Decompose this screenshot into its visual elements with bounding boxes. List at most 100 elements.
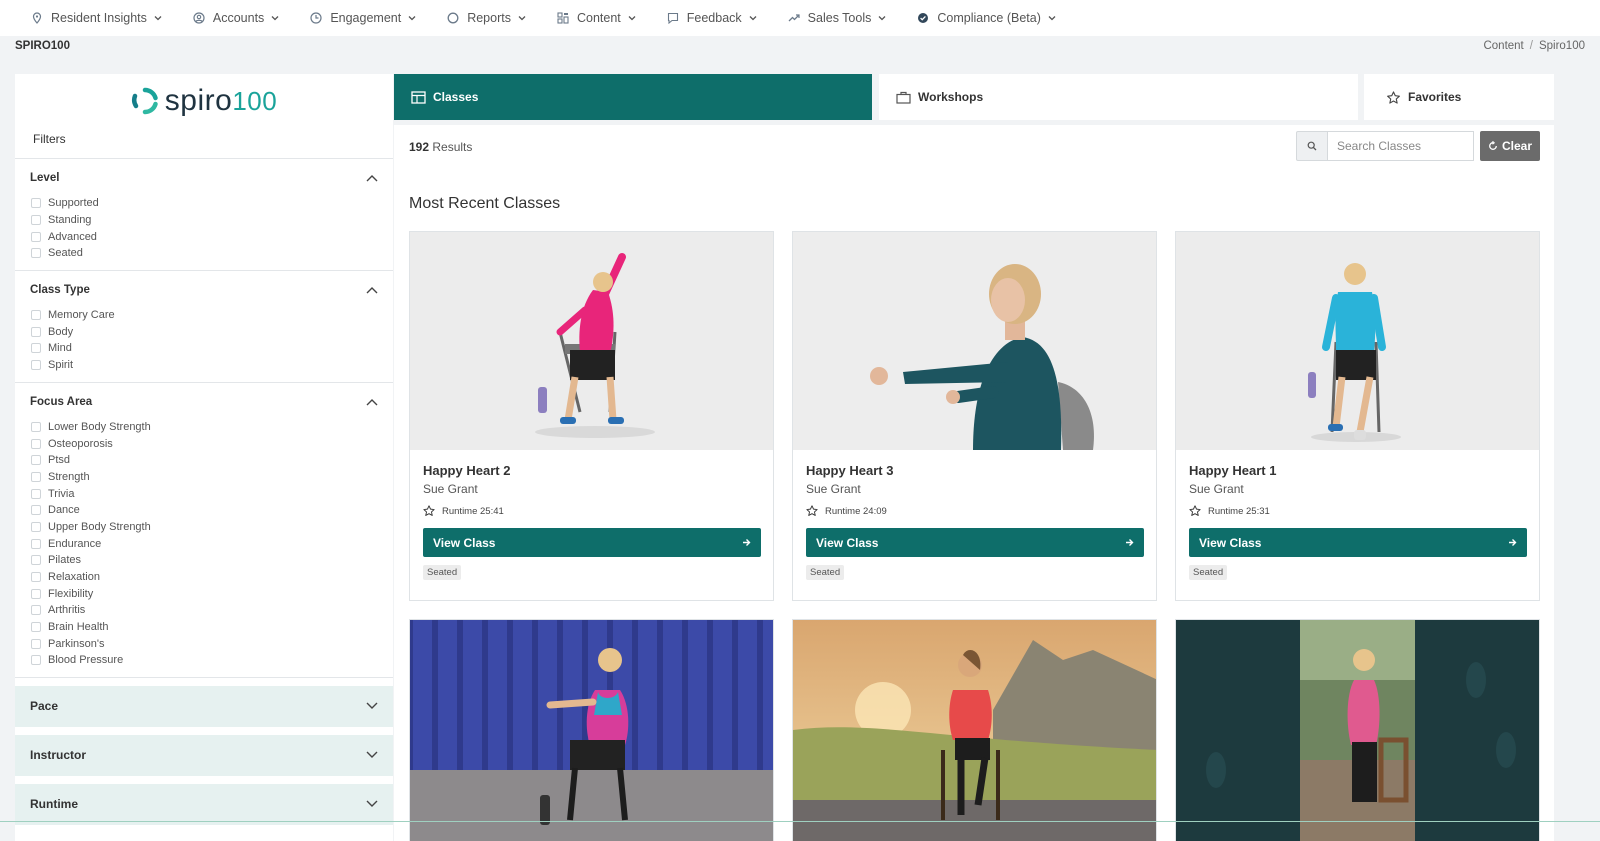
nav-engagement[interactable]: Engagement	[309, 11, 416, 25]
search-input[interactable]	[1328, 131, 1474, 161]
filter-checkbox[interactable]	[31, 555, 41, 566]
filter-option-label: Strength	[48, 470, 90, 483]
filter-section-focus-area: Focus Area Lower Body Strength Osteoporos…	[15, 383, 393, 678]
nav-compliance[interactable]: Compliance (Beta)	[916, 11, 1056, 25]
favorite-star-icon[interactable]	[806, 505, 818, 517]
filter-option[interactable]: Upper Body Strength	[30, 519, 378, 536]
filter-section-instructor[interactable]: Instructor	[15, 734, 393, 776]
filter-checkbox[interactable]	[31, 605, 41, 616]
nav-feedback[interactable]: Feedback	[666, 11, 757, 25]
nav-sales-tools[interactable]: Sales Tools	[787, 11, 887, 25]
nav-reports[interactable]: Reports	[446, 11, 526, 25]
filter-checkbox[interactable]	[31, 343, 41, 354]
runtime-text: Runtime 24:09	[825, 505, 887, 517]
filter-option[interactable]: Lower Body Strength	[30, 419, 378, 436]
class-title[interactable]: Happy Heart 3	[806, 463, 1143, 478]
filter-checkbox[interactable]	[31, 471, 41, 482]
filter-checkbox[interactable]	[31, 455, 41, 466]
filter-option-label: Lower Body Strength	[48, 420, 151, 433]
favorite-star-icon[interactable]	[1189, 505, 1201, 517]
clear-button[interactable]: Clear	[1480, 131, 1540, 161]
nav-accounts[interactable]: Accounts	[192, 11, 279, 25]
filter-option[interactable]: Spirit	[30, 357, 378, 374]
filter-checkbox[interactable]	[31, 572, 41, 583]
class-thumbnail[interactable]	[793, 620, 1156, 841]
filter-option[interactable]: Dance	[30, 502, 378, 519]
filter-option[interactable]: Ptsd	[30, 452, 378, 469]
filter-checkbox[interactable]	[31, 438, 41, 449]
tab-favorites[interactable]: Favorites	[1364, 74, 1554, 120]
filter-option[interactable]: Relaxation	[30, 569, 378, 586]
nav-resident-insights[interactable]: Resident Insights	[30, 11, 162, 25]
filter-section-header[interactable]: Class Type	[30, 284, 378, 296]
filter-checkbox[interactable]	[31, 198, 41, 209]
favorite-star-icon[interactable]	[423, 505, 435, 517]
filter-checkbox[interactable]	[31, 360, 41, 371]
arrow-right-icon	[1509, 539, 1517, 546]
pin-icon	[30, 11, 44, 25]
filter-option[interactable]: Standing	[30, 212, 378, 229]
filter-checkbox[interactable]	[31, 310, 41, 321]
class-title[interactable]: Happy Heart 1	[1189, 463, 1526, 478]
filter-option[interactable]: Trivia	[30, 485, 378, 502]
filter-section-title: Instructor	[30, 748, 87, 763]
class-thumbnail[interactable]	[410, 232, 773, 450]
class-thumbnail[interactable]	[1176, 232, 1539, 450]
filter-checkbox[interactable]	[31, 588, 41, 599]
filter-section-pace[interactable]: Pace	[15, 685, 393, 727]
filter-section-header[interactable]: Level	[30, 172, 378, 184]
filter-option-label: Body	[48, 325, 74, 338]
search-button[interactable]	[1296, 131, 1328, 161]
filter-checkbox[interactable]	[31, 248, 41, 259]
filter-option[interactable]: Strength	[30, 469, 378, 486]
tab-workshops[interactable]: Workshops	[879, 74, 1358, 120]
nav-content[interactable]: Content	[556, 11, 636, 25]
view-class-button[interactable]: View Class	[806, 528, 1144, 557]
class-title[interactable]: Happy Heart 2	[423, 463, 760, 478]
filter-checkbox[interactable]	[31, 521, 41, 532]
filter-section-header[interactable]: Focus Area	[30, 396, 378, 408]
filter-option[interactable]: Memory Care	[30, 307, 378, 324]
filter-option[interactable]: Brain Health	[30, 619, 378, 636]
class-thumbnail[interactable]	[793, 232, 1156, 450]
view-class-button[interactable]: View Class	[1189, 528, 1527, 557]
filter-checkbox[interactable]	[31, 538, 41, 549]
class-card	[1175, 619, 1540, 841]
filter-option[interactable]: Advanced	[30, 228, 378, 245]
tab-classes[interactable]: Classes	[394, 74, 872, 120]
class-thumbnail[interactable]	[410, 620, 773, 841]
filter-option[interactable]: Blood Pressure	[30, 652, 378, 669]
filter-option[interactable]: Arthritis	[30, 602, 378, 619]
filter-option[interactable]: Parkinson's	[30, 635, 378, 652]
page-title: SPIRO100	[15, 40, 70, 52]
classes-icon	[411, 90, 426, 104]
filter-option[interactable]: Supported	[30, 195, 378, 212]
view-class-button[interactable]: View Class	[423, 528, 761, 557]
filter-option-label: Advanced	[48, 230, 97, 243]
filter-checkbox[interactable]	[31, 421, 41, 432]
filter-option[interactable]: Flexibility	[30, 585, 378, 602]
class-thumbnail[interactable]	[1176, 620, 1539, 841]
filter-section-runtime[interactable]: Runtime	[15, 783, 393, 825]
filter-option[interactable]: Osteoporosis	[30, 435, 378, 452]
filter-checkbox[interactable]	[31, 231, 41, 242]
chevron-up-icon	[366, 175, 378, 182]
filter-checkbox[interactable]	[31, 505, 41, 516]
filter-checkbox[interactable]	[31, 326, 41, 337]
filter-option[interactable]: Endurance	[30, 535, 378, 552]
filter-option[interactable]: Pilates	[30, 552, 378, 569]
filter-checkbox[interactable]	[31, 488, 41, 499]
filter-checkbox[interactable]	[31, 655, 41, 666]
filter-option[interactable]: Mind	[30, 340, 378, 357]
filter-option[interactable]: Seated	[30, 245, 378, 262]
filter-option-label: Parkinson's	[48, 637, 105, 650]
class-thumbnail-image	[793, 620, 1156, 841]
filter-option[interactable]: Body	[30, 323, 378, 340]
runtime-text: Runtime 25:41	[442, 505, 504, 517]
filter-options: Memory Care Body Mind Spirit	[30, 307, 378, 374]
filter-checkbox[interactable]	[31, 215, 41, 226]
filter-checkbox[interactable]	[31, 622, 41, 633]
breadcrumb-parent[interactable]: Content	[1483, 40, 1523, 52]
filter-option-label: Ptsd	[48, 454, 71, 467]
filter-checkbox[interactable]	[31, 638, 41, 649]
